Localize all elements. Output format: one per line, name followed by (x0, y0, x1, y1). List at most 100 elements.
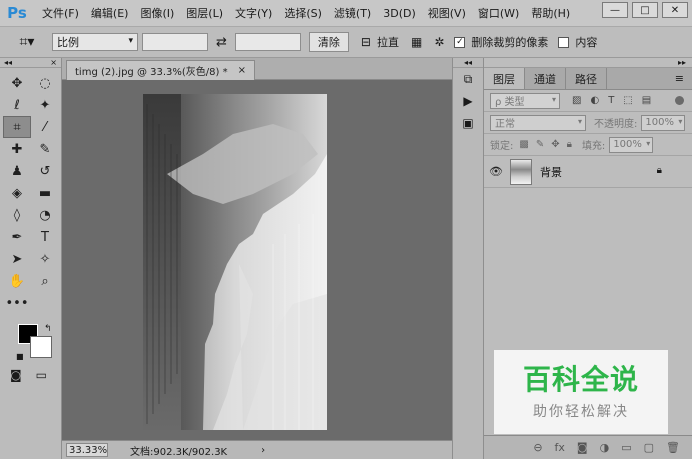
dodge-tool-icon[interactable]: ◔ (31, 204, 59, 226)
minimize-button[interactable]: — (602, 2, 628, 18)
menu-layer[interactable]: 图层(L) (186, 5, 223, 21)
straighten-icon[interactable]: ⊟ (361, 35, 371, 49)
content-aware-checkbox[interactable] (558, 36, 570, 48)
grid-overlay-icon[interactable]: ▦ (411, 35, 422, 49)
width-input[interactable] (142, 33, 208, 51)
trash-icon[interactable]: 🗑︎ (666, 441, 680, 454)
layer-name: 背景 (540, 165, 562, 179)
tab-channels[interactable]: 通道 (525, 68, 566, 89)
properties-panel-icon[interactable]: ▣ (453, 112, 483, 134)
content-aware-label: 内容 (575, 36, 598, 49)
filter-adjustment-icon[interactable]: ◐ (590, 95, 599, 106)
delete-cropped-checkbox[interactable]: ✓ (454, 36, 466, 48)
type-tool-icon[interactable]: T (31, 226, 59, 248)
menu-file[interactable]: 文件(F) (42, 5, 79, 21)
pen-tool-icon[interactable]: ✒ (3, 226, 31, 248)
layer-filter-row: ρ 类型 ▾ ▨ ◐ T ⬚ ▤ (484, 90, 692, 112)
zoom-level-input[interactable]: 33.33% (66, 443, 108, 457)
background-color-swatch[interactable] (30, 336, 52, 358)
brush-tool-icon[interactable]: ✎ (31, 138, 59, 160)
actions-play-icon[interactable]: ▶ (453, 90, 483, 112)
path-selection-icon[interactable]: ➤ (3, 248, 31, 270)
menu-window[interactable]: 窗口(W) (478, 5, 519, 21)
adjustment-layer-icon[interactable]: ◑ (600, 441, 610, 454)
status-menu-arrow[interactable]: › (261, 445, 265, 456)
filter-toggle-icon[interactable] (675, 96, 684, 105)
opacity-input[interactable]: 100% ▾ (641, 114, 686, 131)
marquee-tool-icon[interactable]: ◌ (31, 72, 59, 94)
menu-edit[interactable]: 编辑(E) (91, 5, 129, 21)
filter-smart-icon[interactable]: ▤ (642, 95, 651, 106)
strip-grip[interactable]: ◂◂ (453, 58, 483, 68)
hand-tool-icon[interactable]: ✋ (3, 270, 31, 292)
opacity-label: 不透明度: (594, 119, 638, 130)
magic-wand-icon[interactable]: ✦ (31, 94, 59, 116)
move-tool-icon[interactable]: ✥ (3, 72, 31, 94)
menu-select[interactable]: 选择(S) (284, 5, 322, 21)
crop-tool-icon[interactable]: ⌗ (3, 116, 31, 138)
gradient-tool-icon[interactable]: ▬ (31, 182, 59, 204)
canvas-image[interactable] (143, 94, 327, 430)
menu-type[interactable]: 文字(Y) (235, 5, 272, 21)
new-group-icon[interactable]: ▭ (621, 441, 631, 454)
layers-panel-grip[interactable]: ▸▸ (484, 58, 692, 68)
filter-icons: ▨ ◐ T ⬚ ▤ (572, 95, 651, 106)
default-colors-icon[interactable]: ■ (16, 352, 24, 361)
blur-tool-icon[interactable]: ◊ (3, 204, 31, 226)
menu-help[interactable]: 帮助(H) (531, 5, 570, 21)
fill-input[interactable]: 100% ▾ (609, 136, 654, 153)
close-icon[interactable]: × (238, 65, 246, 76)
collapse-icon[interactable]: ◂◂ (4, 58, 12, 67)
zoom-tool-icon[interactable]: ⌕ (31, 270, 59, 292)
lock-all-icon[interactable]: 🔒︎ (567, 139, 572, 150)
panel-grip[interactable]: ◂◂ × (0, 58, 61, 68)
history-panel-icon[interactable]: ⧉ (453, 68, 483, 90)
tool-grid: ✥ ◌ ℓ ✦ ⌗ ⁄ ✚ ✎ ♟ ↺ ◈ ▬ ◊ ◔ ✒ T ➤ ✧ ✋ ⌕ … (0, 68, 61, 318)
gear-icon[interactable]: ✲ (434, 35, 444, 49)
swap-icon[interactable]: ⇄ (216, 35, 227, 50)
clear-button[interactable]: 清除 (308, 32, 349, 52)
lock-image-icon[interactable]: ✎ (536, 139, 544, 150)
menu-3d[interactable]: 3D(D) (383, 7, 416, 20)
lock-position-icon[interactable]: ✥ (551, 139, 559, 150)
lock-transparent-icon[interactable]: ▩ (519, 139, 528, 150)
close-icon[interactable]: × (50, 58, 57, 67)
menu-filter[interactable]: 滤镜(T) (334, 5, 371, 21)
swap-colors-icon[interactable]: ↰ (44, 324, 52, 334)
healing-brush-icon[interactable]: ✚ (3, 138, 31, 160)
close-button[interactable]: ✕ (662, 2, 688, 18)
filter-pixel-icon[interactable]: ▨ (572, 95, 581, 106)
eyedropper-icon[interactable]: ⁄ (31, 116, 59, 138)
stamp-tool-icon[interactable]: ♟ (3, 160, 31, 182)
color-swatches: ↰ ■ (16, 324, 56, 364)
straighten-label[interactable]: 拉直 (377, 34, 399, 50)
document-tab[interactable]: timg (2).jpg @ 33.3%(灰色/8) * × (66, 60, 256, 80)
shape-tool-icon[interactable]: ✧ (31, 248, 59, 270)
eraser-tool-icon[interactable]: ◈ (3, 182, 31, 204)
layer-style-icon[interactable]: fx (555, 441, 565, 454)
layer-mask-icon[interactable]: ◙ (577, 441, 588, 454)
more-tools-icon[interactable]: ••• (3, 292, 31, 314)
eye-icon[interactable]: 👁︎ (484, 165, 508, 178)
quick-mask-icon[interactable]: ◙ (10, 368, 22, 382)
canvas-viewport[interactable] (62, 80, 452, 440)
link-layers-icon[interactable]: ⊖ (533, 441, 542, 454)
history-brush-icon[interactable]: ↺ (31, 160, 59, 182)
menu-image[interactable]: 图像(I) (140, 5, 174, 21)
tab-layers[interactable]: 图层 (484, 68, 525, 89)
layer-row[interactable]: 👁︎ 背景 🔒︎ (484, 156, 692, 188)
menu-view[interactable]: 视图(V) (428, 5, 466, 21)
maximize-button[interactable]: □ (632, 2, 658, 18)
crop-preset-icon[interactable]: ⌗▾ (12, 34, 42, 50)
new-layer-icon[interactable]: ▢ (644, 441, 654, 454)
height-input[interactable] (234, 33, 301, 51)
panel-menu-icon[interactable]: ≡ (675, 72, 684, 85)
screen-mode-icon[interactable]: ▭ (36, 368, 47, 382)
filter-type-icon[interactable]: T (608, 95, 614, 106)
tab-paths[interactable]: 路径 (566, 68, 607, 89)
lasso-tool-icon[interactable]: ℓ (3, 94, 31, 116)
ratio-select[interactable]: 比例 ▾ (52, 33, 138, 51)
blend-mode-select[interactable]: 正常 ▾ (490, 114, 586, 131)
filter-shape-icon[interactable]: ⬚ (623, 95, 632, 106)
layer-filter-select[interactable]: ρ 类型 ▾ (490, 92, 560, 109)
